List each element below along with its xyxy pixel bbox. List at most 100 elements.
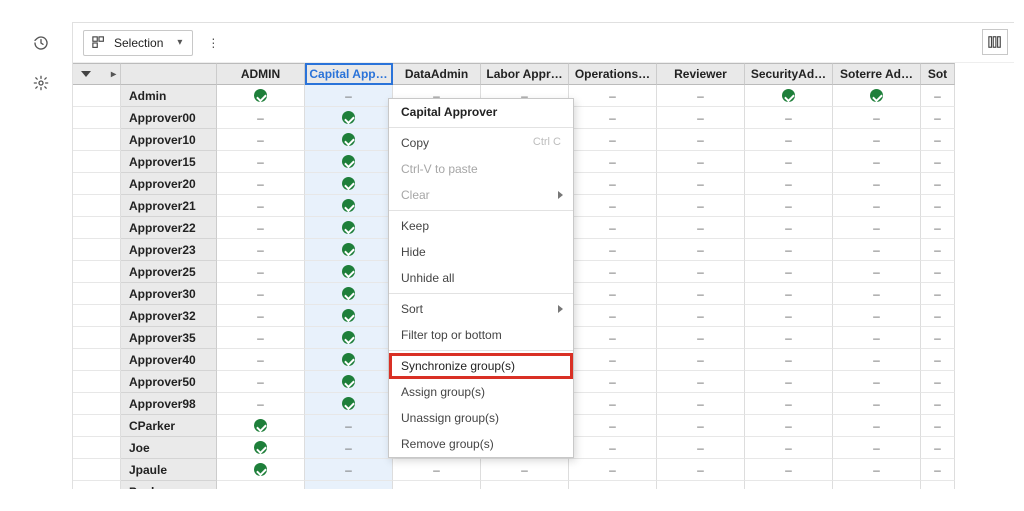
row-selector[interactable] xyxy=(73,437,121,459)
column-header[interactable]: ADMIN xyxy=(217,63,305,85)
grid-cell[interactable]: – xyxy=(569,393,657,415)
grid-cell[interactable]: – xyxy=(569,107,657,129)
grid-cell[interactable]: – xyxy=(921,129,955,151)
grid-cell[interactable]: – xyxy=(921,283,955,305)
row-header[interactable]: Approver32 xyxy=(121,305,217,327)
row-header[interactable]: Approver98 xyxy=(121,393,217,415)
row-selector[interactable] xyxy=(73,239,121,261)
row-header[interactable]: CParker xyxy=(121,415,217,437)
grid-cell[interactable]: – xyxy=(657,173,745,195)
grid-cell[interactable]: – xyxy=(657,327,745,349)
grid-cell[interactable]: – xyxy=(921,85,955,107)
grid-cell[interactable]: – xyxy=(921,195,955,217)
column-header[interactable]: DataAdmin xyxy=(393,63,481,85)
grid-cell[interactable]: – xyxy=(921,305,955,327)
row-header[interactable]: Approver22 xyxy=(121,217,217,239)
grid-cell[interactable] xyxy=(217,481,305,489)
grid-cell[interactable]: – xyxy=(833,349,921,371)
grid-cell[interactable]: – xyxy=(745,305,833,327)
grid-cell[interactable]: – xyxy=(657,129,745,151)
column-header[interactable]: Operations… xyxy=(569,63,657,85)
row-header[interactable]: Approver20 xyxy=(121,173,217,195)
row-selector[interactable] xyxy=(73,283,121,305)
row-selector[interactable] xyxy=(73,481,121,489)
grid-cell[interactable]: – xyxy=(745,415,833,437)
grid-cell[interactable]: – xyxy=(217,305,305,327)
grid-cell[interactable]: – xyxy=(745,107,833,129)
row-selector[interactable] xyxy=(73,129,121,151)
grid-cell[interactable]: – xyxy=(569,305,657,327)
grid-cell[interactable]: – xyxy=(657,437,745,459)
context-menu-item[interactable]: Remove group(s) xyxy=(389,431,573,457)
grid-cell[interactable]: – xyxy=(305,437,393,459)
grid-cell[interactable]: – xyxy=(833,261,921,283)
row-header[interactable]: Approver35 xyxy=(121,327,217,349)
grid-cell[interactable]: – xyxy=(745,349,833,371)
grid-cell[interactable]: – xyxy=(657,415,745,437)
row-header[interactable]: Approver40 xyxy=(121,349,217,371)
grid-cell[interactable]: – xyxy=(833,459,921,481)
row-selector[interactable] xyxy=(73,393,121,415)
grid-cell[interactable]: – xyxy=(569,239,657,261)
grid-cell[interactable]: – xyxy=(217,195,305,217)
grid-cell[interactable]: – xyxy=(745,283,833,305)
context-menu-item[interactable]: Unassign group(s) xyxy=(389,405,573,431)
context-menu-item[interactable]: CopyCtrl C xyxy=(389,130,573,156)
grid-cell[interactable]: – xyxy=(833,371,921,393)
grid-cell[interactable]: – xyxy=(657,261,745,283)
grid-cell[interactable]: – xyxy=(569,349,657,371)
grid-cell[interactable] xyxy=(305,151,393,173)
grid-cell[interactable] xyxy=(305,107,393,129)
grid-cell[interactable]: – xyxy=(217,151,305,173)
grid-cell[interactable]: – xyxy=(921,349,955,371)
grid-cell[interactable]: – xyxy=(833,129,921,151)
grid-cell[interactable]: – xyxy=(217,393,305,415)
row-selector[interactable] xyxy=(73,327,121,349)
grid-cell[interactable]: – xyxy=(921,151,955,173)
grid-cell[interactable]: – xyxy=(569,195,657,217)
grid-cell[interactable] xyxy=(393,481,481,489)
grid-cell[interactable]: – xyxy=(833,151,921,173)
grid-cell[interactable] xyxy=(745,85,833,107)
row-selector[interactable] xyxy=(73,217,121,239)
row-header[interactable]: Approver50 xyxy=(121,371,217,393)
row-selector[interactable] xyxy=(73,371,121,393)
column-header[interactable]: Labor Appr… xyxy=(481,63,569,85)
grid-cell[interactable]: – xyxy=(657,349,745,371)
grid-cell[interactable]: – xyxy=(833,393,921,415)
grid-cell[interactable]: – xyxy=(745,327,833,349)
column-options-button[interactable] xyxy=(982,29,1008,55)
grid-cell[interactable]: – xyxy=(217,283,305,305)
grid-cell[interactable] xyxy=(305,349,393,371)
context-menu-item[interactable]: Keep xyxy=(389,213,573,239)
row-header[interactable]: Paul xyxy=(121,481,217,489)
row-header[interactable]: Approver21 xyxy=(121,195,217,217)
grid-cell[interactable] xyxy=(305,195,393,217)
grid-cell[interactable] xyxy=(481,481,569,489)
grid-cell[interactable]: – xyxy=(217,129,305,151)
grid-cell[interactable] xyxy=(745,481,833,489)
grid-cell[interactable]: – xyxy=(569,437,657,459)
context-menu-item[interactable]: Synchronize group(s) xyxy=(389,353,573,379)
context-menu-item[interactable]: Sort xyxy=(389,296,573,322)
row-selector[interactable] xyxy=(73,173,121,195)
grid-cell[interactable] xyxy=(305,261,393,283)
grid-cell[interactable]: – xyxy=(657,305,745,327)
row-header[interactable]: Approver23 xyxy=(121,239,217,261)
context-menu-item[interactable]: Assign group(s) xyxy=(389,379,573,405)
grid-cell[interactable]: – xyxy=(569,459,657,481)
grid-cell[interactable]: – xyxy=(921,371,955,393)
grid-cell[interactable]: – xyxy=(217,327,305,349)
grid-cell[interactable]: – xyxy=(657,85,745,107)
grid-cell[interactable]: – xyxy=(569,261,657,283)
grid-cell[interactable]: – xyxy=(833,239,921,261)
grid-cell[interactable]: – xyxy=(657,283,745,305)
grid-cell[interactable]: – xyxy=(569,173,657,195)
grid-cell[interactable]: – xyxy=(921,107,955,129)
row-selector[interactable] xyxy=(73,85,121,107)
grid-cell[interactable]: – xyxy=(921,239,955,261)
grid-cell[interactable]: – xyxy=(569,129,657,151)
grid-cell[interactable]: – xyxy=(921,173,955,195)
grid-cell[interactable] xyxy=(305,393,393,415)
grid-cell[interactable]: – xyxy=(657,151,745,173)
